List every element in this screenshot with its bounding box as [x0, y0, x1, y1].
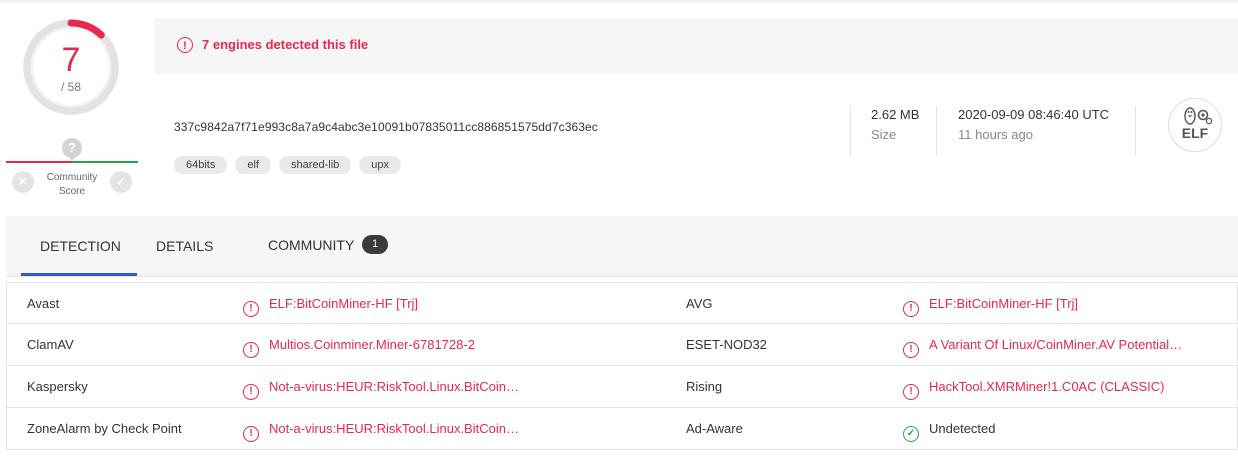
engine-name: Kaspersky	[27, 379, 88, 394]
detection-result: ✓ Undetected	[903, 408, 1193, 450]
file-hash[interactable]: 337c9842a7f71e993c8a7a9c4abc3e10091b0783…	[174, 120, 598, 134]
alert-icon: !	[243, 342, 259, 358]
tag-shared-lib[interactable]: shared-lib	[278, 156, 352, 174]
file-type-label: ELF	[1181, 125, 1209, 141]
tab-details[interactable]: DETAILS	[156, 238, 213, 254]
community-score-label: Community Score	[46, 172, 98, 197]
detection-result[interactable]: ! Multios.Coinminer.Miner-6781728-2	[243, 324, 533, 366]
file-size-label: Size	[871, 127, 897, 142]
file-info-panel: 337c9842a7f71e993c8a7a9c4abc3e10091b0783…	[154, 74, 1238, 216]
alert-icon: !	[243, 301, 259, 317]
engine-name: AVG	[686, 296, 713, 311]
alert-icon: !	[177, 37, 193, 53]
detection-result[interactable]: ! A Variant Of Linux/CoinMiner.AV Potenti…	[903, 324, 1193, 366]
dislike-button[interactable]: ✕	[12, 171, 34, 193]
file-tags: 64bits elf shared-lib upx	[174, 156, 402, 174]
community-count-badge: 1	[362, 235, 388, 254]
table-row: Avast ! ELF:BitCoinMiner-HF [Trj] AVG ! EL…	[6, 282, 1238, 324]
alert-icon: !	[903, 342, 919, 358]
alert-icon: !	[903, 384, 919, 400]
info-divider	[936, 106, 937, 156]
detection-result[interactable]: ! ELF:BitCoinMiner-HF [Trj]	[903, 283, 1193, 325]
tab-community[interactable]: COMMUNITY	[268, 237, 354, 253]
alert-icon: !	[243, 426, 259, 442]
info-divider	[850, 106, 851, 156]
community-score-bar-positive	[72, 161, 138, 163]
engine-name: Rising	[686, 379, 723, 394]
total-engines: / 58	[60, 80, 81, 94]
detected-count: 7	[61, 41, 81, 79]
tag-elf[interactable]: elf	[235, 156, 271, 174]
check-circle-icon: ✓	[903, 426, 919, 442]
detection-result[interactable]: ! Not-a-virus:HEUR:RiskTool.Linux.BitCoin…	[243, 408, 533, 450]
detection-alert-text: 7 engines detected this file	[202, 37, 369, 52]
table-row: Kaspersky ! Not-a-virus:HEUR:RiskTool.Lin…	[6, 366, 1238, 408]
engine-name: Avast	[27, 296, 60, 311]
report-tabs: DETECTION DETAILS COMMUNITY 1	[6, 216, 1238, 277]
detection-table: Avast ! ELF:BitCoinMiner-HF [Trj] AVG ! EL…	[6, 282, 1238, 450]
alert-icon: !	[903, 301, 919, 317]
tag-upx[interactable]: upx	[359, 156, 402, 174]
engine-name: ZoneAlarm by Check Point	[27, 421, 182, 436]
engine-name: Ad-Aware	[686, 421, 743, 436]
info-divider	[1135, 106, 1136, 156]
file-size-value: 2.62 MB	[871, 107, 920, 122]
like-button[interactable]: ✓	[110, 171, 132, 193]
detection-score-gauge: 7 / 58	[18, 14, 124, 120]
community-score: ? ✕ Community Score ✓	[6, 138, 138, 200]
detection-result[interactable]: ! HackTool.XMRMiner!1.C0AC (CLASSIC)	[903, 366, 1193, 408]
engine-name: ESET-NOD32	[686, 337, 767, 352]
detection-result[interactable]: ! Not-a-virus:HEUR:RiskTool.Linux.BitCoin…	[243, 366, 533, 408]
detection-result[interactable]: ! ELF:BitCoinMiner-HF [Trj]	[243, 283, 533, 325]
question-icon: ?	[62, 138, 82, 161]
alert-icon: !	[243, 384, 259, 400]
linux-gears-icon	[1184, 107, 1213, 125]
tab-detection[interactable]: DETECTION	[40, 238, 121, 254]
analysis-date-relative: 11 hours ago	[958, 127, 1033, 142]
active-tab-indicator	[21, 273, 137, 276]
file-type-elf-icon: ELF	[1168, 98, 1222, 152]
table-row: ZoneAlarm by Check Point ! Not-a-virus:HE…	[6, 408, 1238, 450]
tag-64bits[interactable]: 64bits	[174, 156, 228, 174]
detection-alert-banner: ! 7 engines detected this file	[154, 18, 1238, 74]
analysis-date: 2020-09-09 08:46:40 UTC	[958, 107, 1110, 122]
community-score-bar-negative	[6, 161, 72, 163]
table-row: ClamAV ! Multios.Coinminer.Miner-6781728-…	[6, 324, 1238, 366]
top-divider	[0, 0, 1238, 3]
engine-name: ClamAV	[27, 337, 74, 352]
